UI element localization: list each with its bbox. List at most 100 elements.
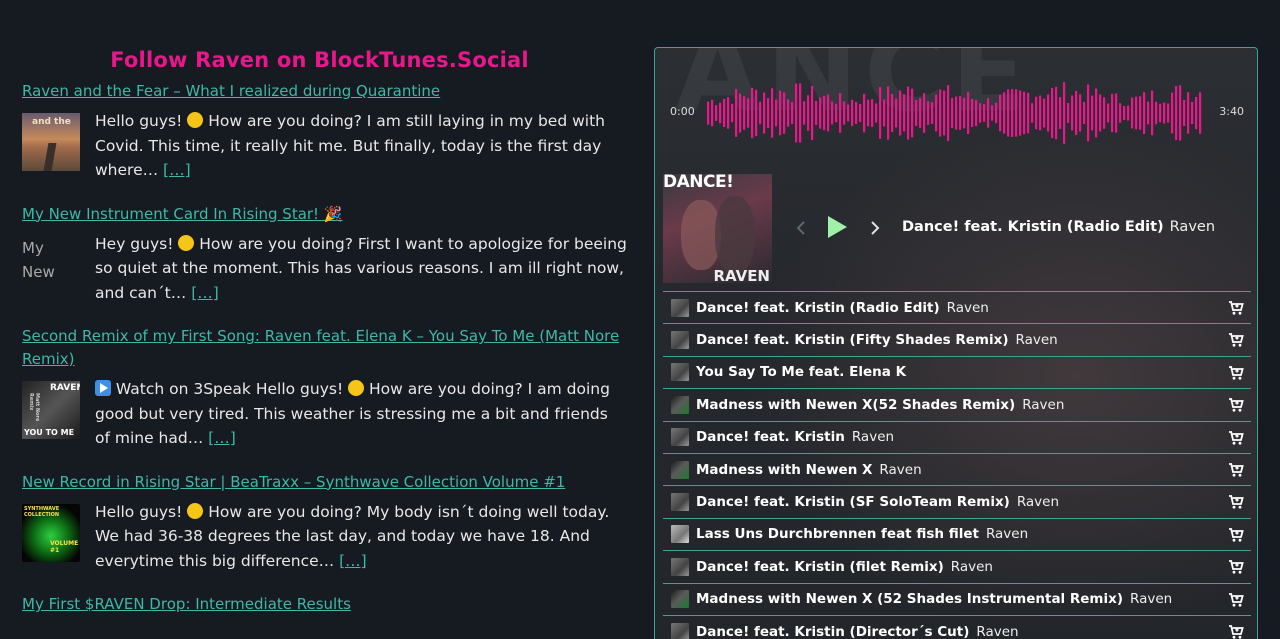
waveform-bar xyxy=(1011,89,1014,137)
track-row[interactable]: Dance! feat. Kristin (Radio Edit) Raven xyxy=(663,291,1251,323)
thumbnail-caption: and the xyxy=(32,117,71,127)
waveform-bar xyxy=(771,88,774,138)
waveform-bar xyxy=(795,83,798,143)
waveform-bar xyxy=(751,87,754,139)
waveform-bar xyxy=(707,101,710,125)
post-thumbnail[interactable]: and the xyxy=(22,113,80,171)
add-to-cart-icon[interactable] xyxy=(1228,494,1244,510)
waveform-bar xyxy=(979,103,982,123)
post: My New Instrument Card In Rising Star! 🎉… xyxy=(22,203,627,306)
track-title: Madness with Newen X xyxy=(696,461,873,478)
post-link[interactable]: My First $RAVEN Drop: Intermediate Resul… xyxy=(22,593,627,616)
excerpt-text: Hey guys! xyxy=(95,234,179,253)
waveform-bar xyxy=(903,94,906,132)
waveform-bar xyxy=(1047,94,1050,132)
waveform-bar xyxy=(871,99,874,127)
waveform-bar xyxy=(1023,91,1026,135)
add-to-cart-icon[interactable] xyxy=(1228,300,1244,316)
waveform-bar xyxy=(719,102,722,124)
waveform-bar xyxy=(1155,101,1158,125)
next-track-icon[interactable] xyxy=(869,218,881,238)
waveform-bar xyxy=(1143,92,1146,134)
read-more-link[interactable]: […] xyxy=(339,552,367,570)
waveform-bar xyxy=(895,98,898,128)
read-more-link[interactable]: […] xyxy=(163,161,191,179)
previous-track-icon[interactable] xyxy=(795,218,807,238)
post-link[interactable]: Second Remix of my First Song: Raven fea… xyxy=(22,325,627,371)
track-thumbnail xyxy=(671,557,689,576)
waveform-bar xyxy=(1035,96,1038,130)
track-row[interactable]: Dance! feat. Kristin Raven xyxy=(663,420,1251,453)
waveform-bar xyxy=(843,101,846,125)
waveform-bar xyxy=(1199,92,1202,134)
track-title: Dance! feat. Kristin (Fifty Shades Remix… xyxy=(696,332,1009,349)
waveform-bar xyxy=(1171,92,1174,134)
waveform-bar xyxy=(1187,92,1190,134)
waveform-bar xyxy=(1075,91,1078,135)
post-thumbnail-broken[interactable]: My New xyxy=(22,236,80,294)
waveform-bar xyxy=(711,99,714,127)
waveform-bar xyxy=(1107,103,1110,123)
waveform-bar xyxy=(1079,94,1082,132)
waveform-seekbar[interactable] xyxy=(707,78,1203,148)
post-excerpt: Hello guys! How are you doing? My body i… xyxy=(95,500,627,574)
track-row[interactable]: Dance! feat. Kristin (Fifty Shades Remix… xyxy=(663,323,1251,355)
track-row[interactable]: Madness with Newen X(52 Shades Remix) Rav… xyxy=(663,388,1251,420)
waveform-bar xyxy=(991,105,994,121)
thumbnail-caption: RAVEN xyxy=(50,383,80,393)
track-row[interactable]: You Say To Me feat. Elena K xyxy=(663,355,1251,388)
waveform-bar xyxy=(939,89,942,137)
waveform-bar xyxy=(915,100,918,126)
track-row[interactable]: Dance! feat. Kristin (SF SoloTeam Remix)… xyxy=(663,485,1251,517)
post-thumbnail[interactable]: RAVEN Matt Nore Remix YOU TO ME xyxy=(22,381,80,439)
time-elapsed: 0:00 xyxy=(670,105,695,118)
read-more-link[interactable]: […] xyxy=(191,284,219,302)
track-row[interactable]: Lass Uns Durchbrennen feat fish filet Rav… xyxy=(663,517,1251,550)
add-to-cart-icon[interactable] xyxy=(1228,332,1244,348)
read-more-link[interactable]: […] xyxy=(208,429,236,447)
add-to-cart-icon[interactable] xyxy=(1228,365,1244,381)
now-playing-track: Dance! feat. Kristin (Radio Edit) xyxy=(902,219,1164,235)
cover-art xyxy=(715,196,755,274)
waveform-bar xyxy=(1031,103,1034,123)
post-excerpt: Hello guys! How are you doing? I am stil… xyxy=(95,109,627,183)
waveform-bar xyxy=(847,104,850,122)
track-artist: Raven xyxy=(879,461,922,478)
post-link[interactable]: New Record in Rising Star | BeaTraxx – S… xyxy=(22,471,627,494)
waveform-bar xyxy=(919,98,922,128)
post-thumbnail[interactable]: SYNTHWAVE COLLECTION VOLUME #1 xyxy=(22,503,80,562)
add-to-cart-icon[interactable] xyxy=(1228,592,1244,608)
waveform-bar xyxy=(1159,103,1162,123)
cover-artist: RAVEN xyxy=(713,267,770,283)
track-row[interactable]: Madness with Newen X (52 Shades Instrume… xyxy=(663,582,1251,615)
waveform-bar xyxy=(1003,92,1006,134)
post-link[interactable]: My New Instrument Card In Rising Star! 🎉 xyxy=(22,203,627,226)
track-row[interactable]: Madness with Newen X Raven xyxy=(663,452,1251,485)
add-to-cart-icon[interactable] xyxy=(1228,559,1244,575)
post-body: and the Hello guys! How are you doing? I… xyxy=(22,109,627,183)
waveform-bar xyxy=(799,83,802,143)
post: My First $RAVEN Drop: Intermediate Resul… xyxy=(22,593,627,616)
waveform-bar xyxy=(823,95,826,131)
track-thumbnail xyxy=(671,460,689,479)
post-link[interactable]: Raven and the Fear – What I realized dur… xyxy=(22,80,627,103)
add-to-cart-icon[interactable] xyxy=(1228,397,1244,413)
post: Second Remix of my First Song: Raven fea… xyxy=(22,325,627,451)
play-emoji-icon xyxy=(95,380,111,396)
track-artist: Raven xyxy=(1016,494,1060,511)
play-icon[interactable] xyxy=(825,214,849,240)
now-playing-title: Dance! feat. Kristin (Radio Edit) Raven xyxy=(902,219,1215,235)
waveform-row: 0:00 3:40 xyxy=(655,78,1257,148)
track-row[interactable]: Dance! feat. Kristin (filet Remix) Raven xyxy=(663,550,1251,582)
add-to-cart-icon[interactable] xyxy=(1228,430,1244,446)
waveform-bar xyxy=(967,92,970,134)
waveform-bar xyxy=(899,90,902,136)
waveform-bar xyxy=(1119,103,1122,123)
add-to-cart-icon[interactable] xyxy=(1228,624,1244,639)
waveform-bar xyxy=(995,102,998,124)
track-row[interactable]: Dance! feat. Kristin (Director´s Cut) Rav… xyxy=(663,614,1251,639)
track-artist: Raven xyxy=(976,623,1019,639)
add-to-cart-icon[interactable] xyxy=(1228,462,1244,478)
waveform-bar xyxy=(1123,106,1126,120)
add-to-cart-icon[interactable] xyxy=(1228,527,1244,543)
